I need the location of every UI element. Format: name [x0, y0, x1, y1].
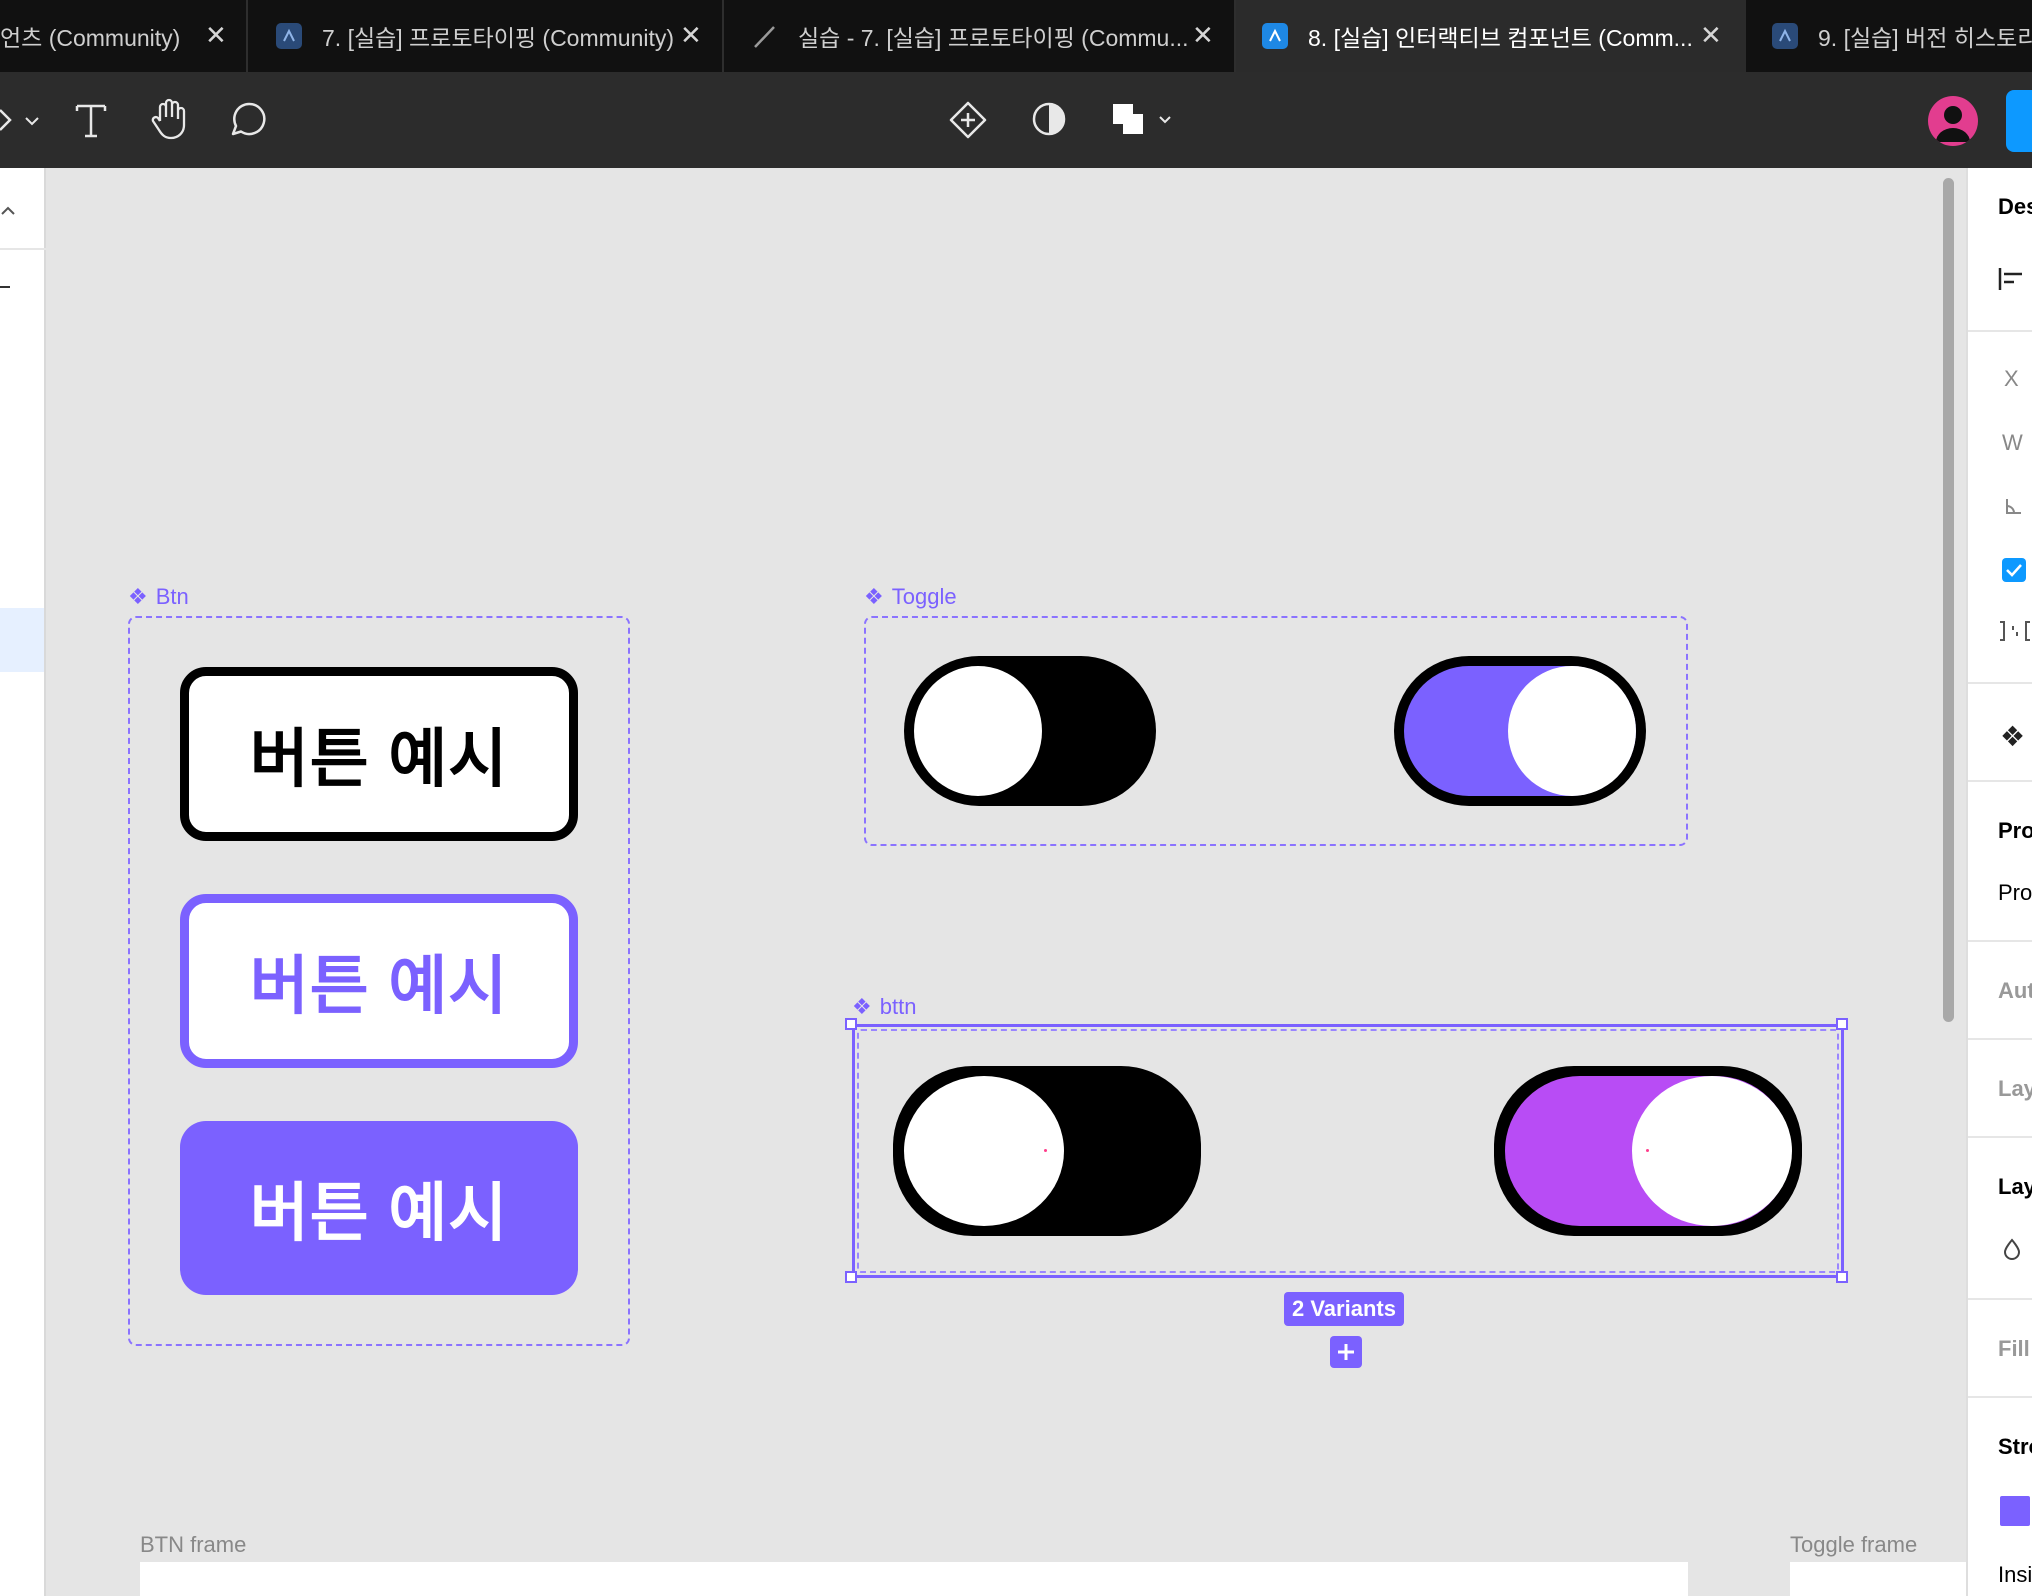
close-icon[interactable]: ✕: [1192, 20, 1214, 51]
w-label: W: [2002, 430, 2023, 455]
opacity-icon: [2002, 1238, 2022, 1265]
share-button[interactable]: [2006, 90, 2032, 152]
resize-handle[interactable]: [1836, 1018, 1848, 1030]
align-left-icon[interactable]: [1998, 266, 2028, 297]
panel-divider: [1968, 780, 2032, 782]
variants-badge[interactable]: 2 Variants: [1284, 1292, 1404, 1326]
resize-handle[interactable]: [845, 1271, 857, 1283]
canvas-scrollbar[interactable]: [1943, 178, 1954, 1022]
stroke-position[interactable]: Insi: [1998, 1562, 2032, 1588]
panel-divider: [1968, 1298, 2032, 1300]
chevron-up-icon[interactable]: [0, 204, 16, 223]
rotation-icon: [2004, 496, 2024, 521]
avatar[interactable]: [1928, 96, 1978, 146]
x-label: X: [2004, 366, 2019, 391]
spacing-icon: [1998, 620, 2032, 647]
toggle-knob: [904, 1076, 1064, 1226]
tab-prototyping[interactable]: 7. [실습] 프로토타이핑 (Community) ✕: [248, 0, 724, 72]
btn-component-label[interactable]: ❖ Btn: [128, 584, 189, 610]
component-icon: ❖: [852, 994, 872, 1019]
resize-handle[interactable]: [1836, 1271, 1848, 1283]
tab-title: 실습 - 7. [실습] 프로토타이핑 (Commu...: [798, 25, 1189, 51]
resize-handle[interactable]: [845, 1018, 857, 1030]
property-item[interactable]: Pro: [1998, 880, 2032, 906]
tab-community-components[interactable]: 언츠 (Community) ✕: [0, 0, 248, 72]
panel-divider: [0, 248, 46, 250]
layout-heading[interactable]: Lay: [1998, 1076, 2032, 1102]
stroke-color-swatch[interactable]: [2000, 1496, 2030, 1526]
pen-icon: [752, 23, 778, 49]
boolean-ops-icon[interactable]: [1110, 100, 1176, 140]
browser-tab-bar: 언츠 (Community) ✕ 7. [실습] 프로토타이핑 (Communi…: [0, 0, 2032, 72]
layers-panel: [0, 168, 46, 1596]
stroke-heading: Stro: [1998, 1434, 2032, 1459]
button-outline-black[interactable]: 버튼 예시: [180, 667, 578, 841]
properties-heading: Pro: [1998, 818, 2032, 843]
component-icon: ❖: [128, 584, 148, 609]
panel-divider: [1968, 1038, 2032, 1040]
add-variant-button[interactable]: [1330, 1336, 1362, 1368]
figma-file-icon: [1772, 23, 1798, 49]
auto-layout-heading[interactable]: Aut: [1998, 978, 2032, 1004]
layer-heading: Lay: [1998, 1174, 2032, 1199]
comment-tool-icon[interactable]: [228, 98, 270, 140]
panel-divider: [1968, 682, 2032, 684]
panel-divider: [1968, 330, 2032, 332]
figma-file-icon: [1262, 23, 1288, 49]
tab-title: 언츠 (Community): [0, 25, 181, 51]
fill-heading[interactable]: Fill: [1998, 1336, 2030, 1362]
btn-frame[interactable]: [140, 1562, 1688, 1596]
toggle-frame[interactable]: [1790, 1562, 1966, 1596]
tab-practice-prototyping[interactable]: 실습 - 7. [실습] 프로토타이핑 (Commu... ✕: [724, 0, 1236, 72]
panel-divider: [1968, 1136, 2032, 1138]
hand-tool-icon[interactable]: [148, 96, 190, 142]
tab-design[interactable]: Des: [1998, 194, 2032, 220]
properties-panel: Des X W ❖ Pro Pro Aut Lay Lay Fill Stro …: [1966, 168, 2032, 1596]
selected-layer-row[interactable]: [0, 608, 44, 672]
tab-title: 7. [실습] 프로토타이핑 (Community): [322, 25, 675, 51]
panel-divider: [1968, 940, 2032, 942]
close-icon[interactable]: ✕: [1700, 20, 1722, 51]
pen-tool-icon[interactable]: [0, 100, 42, 140]
center-point: [1646, 1149, 1649, 1152]
figma-file-icon: [276, 23, 302, 49]
close-icon[interactable]: ✕: [205, 20, 227, 51]
clip-content-checkbox[interactable]: [2002, 558, 2026, 582]
button-outline-purple[interactable]: 버튼 예시: [180, 894, 578, 1068]
close-icon[interactable]: ✕: [680, 20, 702, 51]
toggle-off[interactable]: [904, 656, 1156, 806]
component-icon: ❖: [2000, 721, 2026, 752]
frame-label-toggle[interactable]: Toggle frame: [1790, 1532, 1917, 1558]
toggle-knob: [914, 666, 1042, 796]
toggle-component-label[interactable]: ❖ Toggle: [864, 584, 957, 610]
bttn-toggle-off[interactable]: [893, 1066, 1201, 1236]
text-tool-icon[interactable]: [72, 98, 110, 142]
toggle-knob: [1508, 666, 1636, 796]
toggle-on[interactable]: [1394, 656, 1646, 806]
layer-line: [0, 286, 10, 288]
component-icon[interactable]: [948, 100, 988, 140]
tab-interactive-components[interactable]: 8. [실습] 인터랙티브 컴포넌트 (Comm... ✕: [1236, 0, 1746, 72]
editor-toolbar: [0, 72, 2032, 168]
center-point: [1044, 1149, 1047, 1152]
plus-icon: [1338, 1344, 1354, 1360]
toggle-knob: [1632, 1076, 1792, 1226]
bttn-component-label[interactable]: ❖ bttn: [852, 994, 916, 1020]
tab-version-history[interactable]: 9. [실습] 버전 히스토리 (: [1746, 0, 2032, 72]
bttn-toggle-on[interactable]: [1494, 1066, 1802, 1236]
component-icon: ❖: [864, 584, 884, 609]
contrast-icon[interactable]: [1030, 100, 1068, 138]
button-filled-purple[interactable]: 버튼 예시: [180, 1121, 578, 1295]
panel-divider: [1968, 1396, 2032, 1398]
tab-title: 9. [실습] 버전 히스토리 (: [1818, 25, 2032, 51]
frame-label-btn[interactable]: BTN frame: [140, 1532, 246, 1558]
tab-title: 8. [실습] 인터랙티브 컴포넌트 (Comm...: [1308, 25, 1693, 51]
